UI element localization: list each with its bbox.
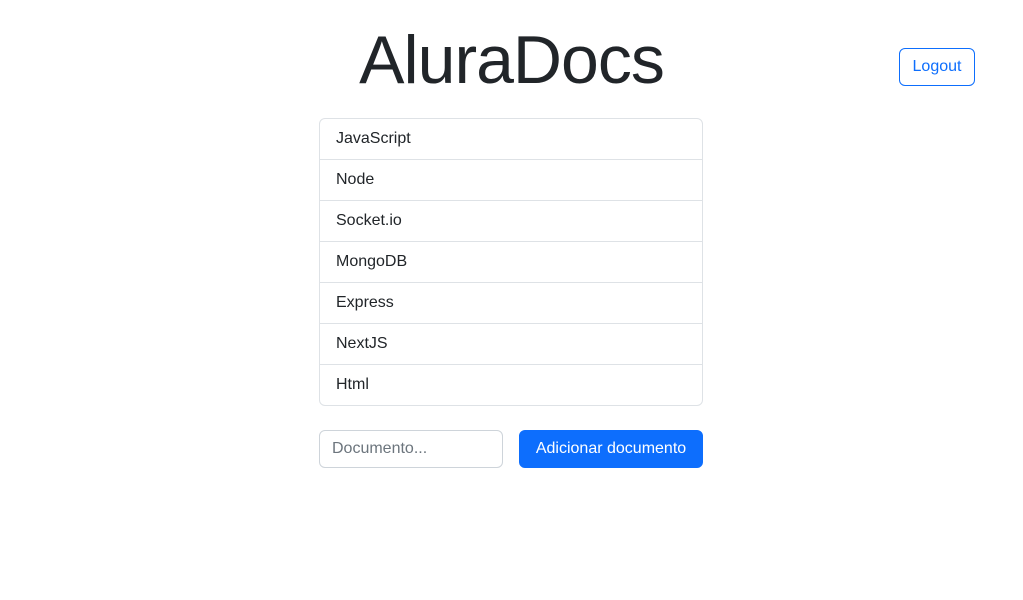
- document-list-item[interactable]: NextJS: [320, 324, 702, 365]
- page-title: AluraDocs: [359, 22, 665, 98]
- document-list-item[interactable]: Socket.io: [320, 201, 702, 242]
- document-list-item[interactable]: Express: [320, 283, 702, 324]
- document-name-input[interactable]: [319, 430, 503, 468]
- add-document-form: Adicionar documento: [319, 430, 703, 468]
- document-list: JavaScript Node Socket.io MongoDB Expres…: [319, 118, 703, 406]
- document-list-item[interactable]: MongoDB: [320, 242, 702, 283]
- page: AluraDocs Logout JavaScript Node Socket.…: [0, 0, 1023, 600]
- document-list-item[interactable]: Html: [320, 365, 702, 405]
- document-list-item[interactable]: Node: [320, 160, 702, 201]
- logout-button[interactable]: Logout: [899, 48, 975, 86]
- add-document-button[interactable]: Adicionar documento: [519, 430, 703, 468]
- document-list-item[interactable]: JavaScript: [320, 119, 702, 160]
